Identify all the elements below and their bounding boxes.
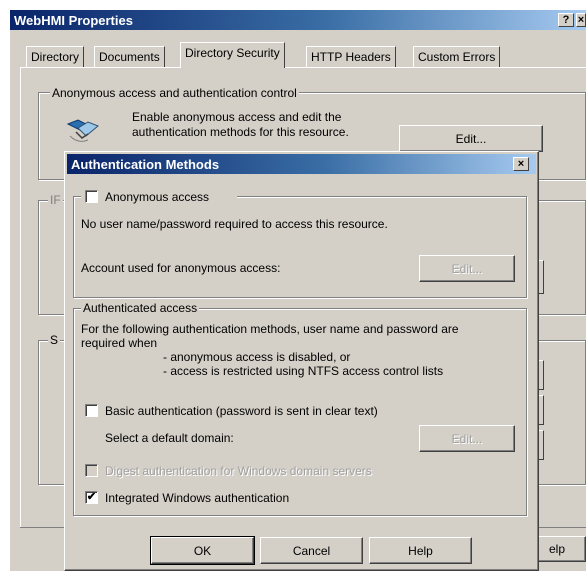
ip-restrictions-legend: IF [48,193,63,207]
cancel-button[interactable]: Cancel [260,537,363,564]
ok-button[interactable]: OK [150,536,255,565]
anonymous-account-label: Account used for anonymous access: [81,261,281,275]
anon-description-line2: authentication methods for this resource… [132,125,349,139]
anonymous-checkbox[interactable] [85,190,98,203]
authenticated-legend: Authenticated access [81,301,200,315]
tab-http-headers[interactable]: HTTP Headers [306,46,396,68]
properties-title: WebHMI Properties [14,12,133,28]
close-icon[interactable]: × [576,13,586,27]
authenticated-bullet2: - access is restricted using NTFS access… [163,364,444,378]
anon-auth-legend: Anonymous access and authentication cont… [50,86,299,100]
auth-title: Authentication Methods [71,156,220,172]
digest-auth-label: Digest authentication for Windows domain… [105,464,372,478]
integrated-auth-checkbox[interactable]: ✔ [85,491,98,504]
properties-titlebar: WebHMI Properties [10,10,586,30]
anonymous-groupbox [73,196,527,298]
basic-auth-checkbox[interactable] [85,404,98,417]
secure-comm-legend: S [48,333,61,347]
default-domain-label: Select a default domain: [105,431,234,445]
auth-methods-dialog: Authentication Methods × Anonymous acces… [64,151,539,571]
tab-directory[interactable]: Directory [26,46,85,68]
tab-custom-errors[interactable]: Custom Errors [413,46,501,68]
anonymous-edit-button[interactable]: Edit... [419,255,515,282]
auth-titlebar: Authentication Methods [67,154,536,174]
anon-edit-button[interactable]: Edit... [399,125,543,152]
basic-auth-label[interactable]: Basic authentication (password is sent i… [105,404,378,418]
tab-directory-security[interactable]: Directory Security [180,42,285,68]
tab-documents[interactable]: Documents [94,46,165,68]
help-caption-button[interactable]: ? [558,13,574,27]
anonymous-description: No user name/password required to access… [81,217,388,231]
auth-close-icon[interactable]: × [513,157,529,171]
digest-auth-checkbox [85,464,98,477]
authenticated-intro-line1: For the following authentication methods… [81,322,459,336]
handshake-icon [66,114,100,144]
domain-edit-button[interactable]: Edit... [419,425,515,452]
anonymous-checkbox-label[interactable]: Anonymous access [105,190,209,204]
authenticated-intro-line2: required when [81,336,158,350]
integrated-auth-label[interactable]: Integrated Windows authentication [105,491,289,505]
help-button[interactable]: Help [369,537,472,564]
authenticated-bullet1: - anonymous access is disabled, or [163,350,351,364]
anon-description-line1: Enable anonymous access and edit the [132,110,342,124]
